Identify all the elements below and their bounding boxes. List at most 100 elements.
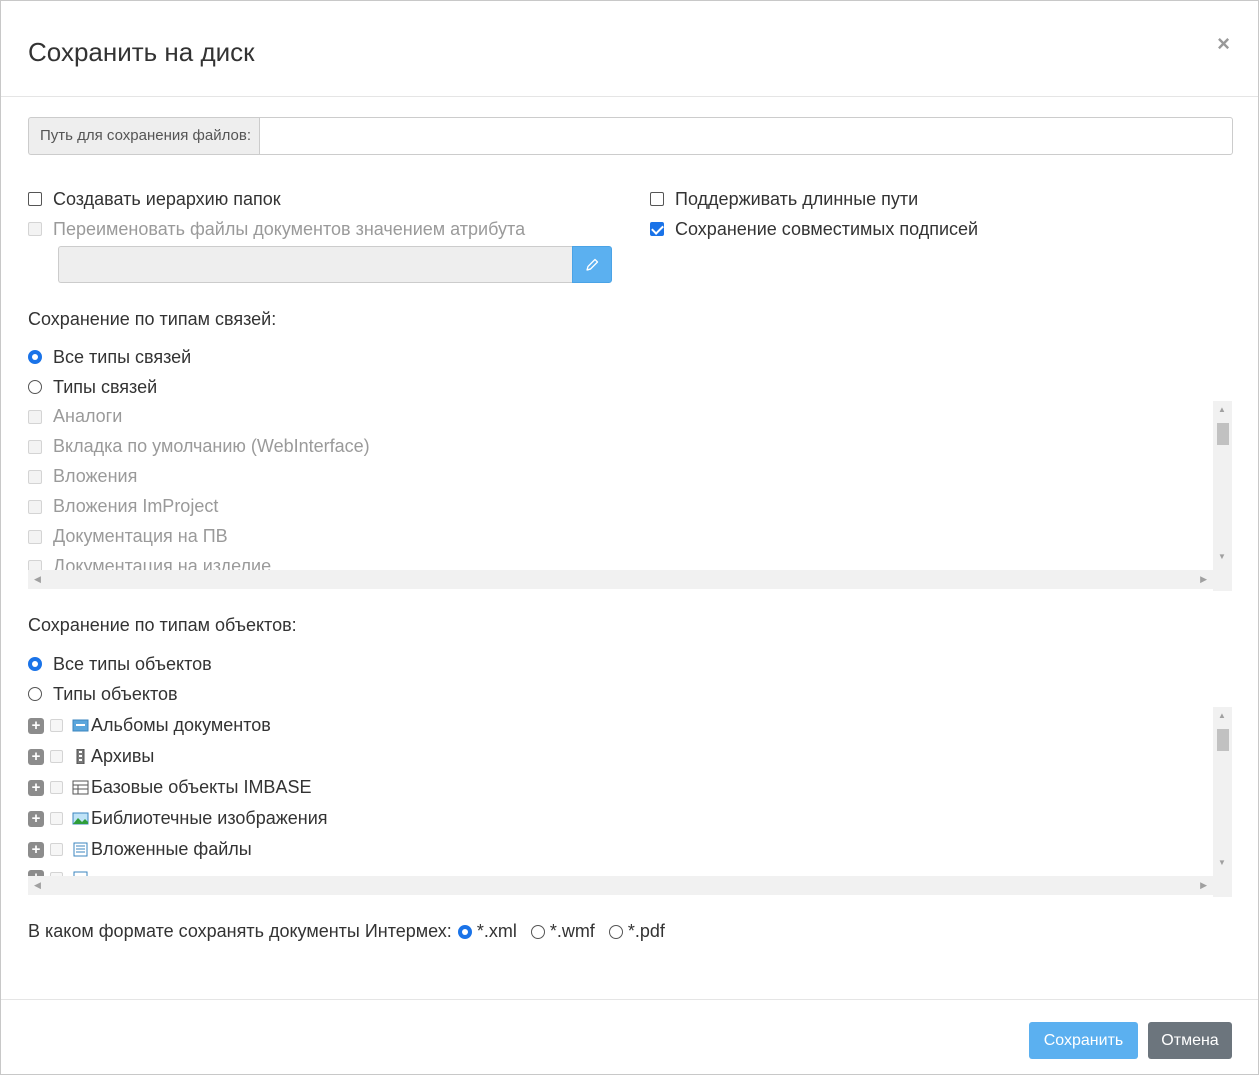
compatible-signatures-checkbox[interactable] [650, 222, 664, 236]
tree-item: + Архивы [28, 746, 154, 767]
long-paths-label: Поддерживать длинные пути [675, 189, 919, 209]
tree-item-label: Базовые объекты IMBASE [91, 777, 312, 797]
create-hierarchy-option[interactable]: Создавать иерархию папок [28, 188, 281, 210]
tree-item-checkbox [50, 843, 63, 856]
scroll-down-icon[interactable]: ▼ [1218, 553, 1226, 561]
tree-item: + Базовые объекты IMBASE [28, 777, 311, 798]
scroll-right-icon[interactable]: ▶ [1200, 881, 1207, 890]
expand-icon[interactable]: + [28, 841, 44, 858]
specific-link-types-option[interactable]: Типы связей [28, 376, 157, 398]
specific-link-types-label: Типы связей [53, 377, 158, 397]
expand-icon[interactable]: + [28, 717, 44, 734]
horizontal-scrollbar[interactable]: ◀ ▶ [28, 876, 1213, 895]
attribute-input [58, 246, 572, 283]
create-hierarchy-label: Создавать иерархию папок [53, 189, 281, 209]
all-object-types-label: Все типы объектов [53, 654, 212, 674]
save-path-input[interactable] [259, 117, 1233, 155]
object-types-tree[interactable]: + Альбомы документов + Архивы + Базовые … [28, 707, 1232, 897]
all-link-types-label: Все типы связей [53, 347, 192, 367]
close-icon[interactable]: × [1217, 31, 1230, 57]
specific-object-types-option[interactable]: Типы объектов [28, 683, 178, 705]
tree-item-checkbox [50, 750, 63, 763]
album-icon [72, 719, 89, 732]
expand-icon[interactable]: + [28, 748, 44, 765]
tree-item-label: Вложенные файлы [91, 839, 252, 859]
expand-icon[interactable]: + [28, 810, 44, 827]
save-to-disk-dialog: Сохранить на диск × Путь для сохранения … [0, 0, 1259, 1075]
scrollbar-thumb[interactable] [1217, 729, 1229, 751]
save-button[interactable]: Сохранить [1029, 1022, 1138, 1059]
format-label: В каком формате сохранять документы Инте… [28, 921, 452, 941]
tree-item-label: Библиотечные изображения [91, 808, 328, 828]
list-item-checkbox [28, 469, 42, 484]
list-item: Документация на ПВ [28, 526, 228, 547]
tree-item-label: Архивы [91, 746, 155, 766]
rename-files-label: Переименовать файлы документов значением… [53, 219, 526, 239]
tree-item: + Альбомы документов [28, 715, 271, 736]
rename-files-checkbox [28, 222, 42, 236]
compatible-signatures-option[interactable]: Сохранение совместимых подписей [650, 218, 978, 240]
tree-item: + Вложенные файлы [28, 839, 252, 860]
list-item: Вкладка по умолчанию (WebInterface) [28, 436, 370, 457]
specific-link-types-radio[interactable] [28, 380, 42, 394]
vertical-scrollbar[interactable]: ▲ ▼ [1213, 707, 1232, 897]
cancel-button[interactable]: Отмена [1148, 1022, 1232, 1059]
object-types-section-label: Сохранение по типам объектов: [28, 615, 297, 635]
format-pdf-radio[interactable] [608, 924, 623, 939]
tree-item-checkbox [50, 781, 63, 794]
all-object-types-radio[interactable] [28, 657, 42, 671]
list-item-checkbox [28, 409, 42, 424]
long-paths-checkbox[interactable] [650, 192, 664, 206]
list-item-checkbox [28, 439, 42, 454]
link-types-list[interactable]: Аналоги Вкладка по умолчанию (WebInterfa… [28, 401, 1232, 591]
save-path-group: Путь для сохранения файлов: [28, 117, 1233, 155]
list-item: Аналоги [28, 406, 122, 427]
scroll-left-icon[interactable]: ◀ [34, 575, 41, 584]
dialog-title: Сохранить на диск [28, 37, 255, 67]
attached-file-icon [73, 842, 88, 857]
scroll-up-icon[interactable]: ▲ [1218, 712, 1226, 720]
all-link-types-option[interactable]: Все типы связей [28, 346, 191, 368]
list-item-label: Вкладка по умолчанию (WebInterface) [53, 436, 370, 456]
format-selector: В каком формате сохранять документы Инте… [28, 921, 673, 942]
link-types-section-label: Сохранение по типам связей: [28, 309, 277, 329]
horizontal-scrollbar[interactable]: ◀ ▶ [28, 570, 1213, 589]
long-paths-option[interactable]: Поддерживать длинные пути [650, 188, 918, 210]
list-item-label: Вложения [53, 466, 138, 486]
specific-object-types-radio[interactable] [28, 687, 42, 701]
list-item: Вложения [28, 466, 137, 487]
specific-object-types-label: Типы объектов [53, 684, 178, 704]
edit-attribute-button[interactable] [572, 246, 612, 283]
compatible-signatures-label: Сохранение совместимых подписей [675, 219, 979, 239]
rename-files-option: Переименовать файлы документов значением… [28, 218, 525, 240]
format-xml-radio[interactable] [457, 924, 472, 939]
scroll-right-icon[interactable]: ▶ [1200, 575, 1207, 584]
format-wmf-radio[interactable] [530, 924, 545, 939]
all-link-types-radio[interactable] [28, 350, 42, 364]
list-item-checkbox [28, 529, 42, 544]
table-icon [72, 780, 89, 795]
list-item-checkbox [28, 499, 42, 514]
vertical-scrollbar[interactable]: ▲ ▼ [1213, 401, 1232, 591]
list-item-label: Вложения ImProject [53, 496, 219, 516]
dialog-footer: Сохранить Отмена [1, 999, 1258, 1076]
scroll-up-icon[interactable]: ▲ [1218, 406, 1226, 414]
format-xml-label[interactable]: *.xml [477, 921, 517, 942]
list-item-label: Документация на ПВ [53, 526, 228, 546]
scroll-left-icon[interactable]: ◀ [34, 881, 41, 890]
dialog-header: Сохранить на диск × [1, 1, 1258, 97]
tree-item-checkbox [50, 719, 63, 732]
tree-item-label: Альбомы документов [91, 715, 271, 735]
expand-icon[interactable]: + [28, 779, 44, 796]
save-path-label: Путь для сохранения файлов: [28, 117, 259, 155]
format-wmf-label[interactable]: *.wmf [550, 921, 595, 942]
archive-icon [76, 749, 85, 764]
list-item-label: Аналоги [53, 406, 123, 426]
scrollbar-thumb[interactable] [1217, 423, 1229, 445]
create-hierarchy-checkbox[interactable] [28, 192, 42, 206]
tree-item: + Библиотечные изображения [28, 808, 328, 829]
all-object-types-option[interactable]: Все типы объектов [28, 653, 212, 675]
format-pdf-label[interactable]: *.pdf [628, 921, 665, 942]
scroll-down-icon[interactable]: ▼ [1218, 859, 1226, 867]
pencil-icon [586, 258, 599, 271]
